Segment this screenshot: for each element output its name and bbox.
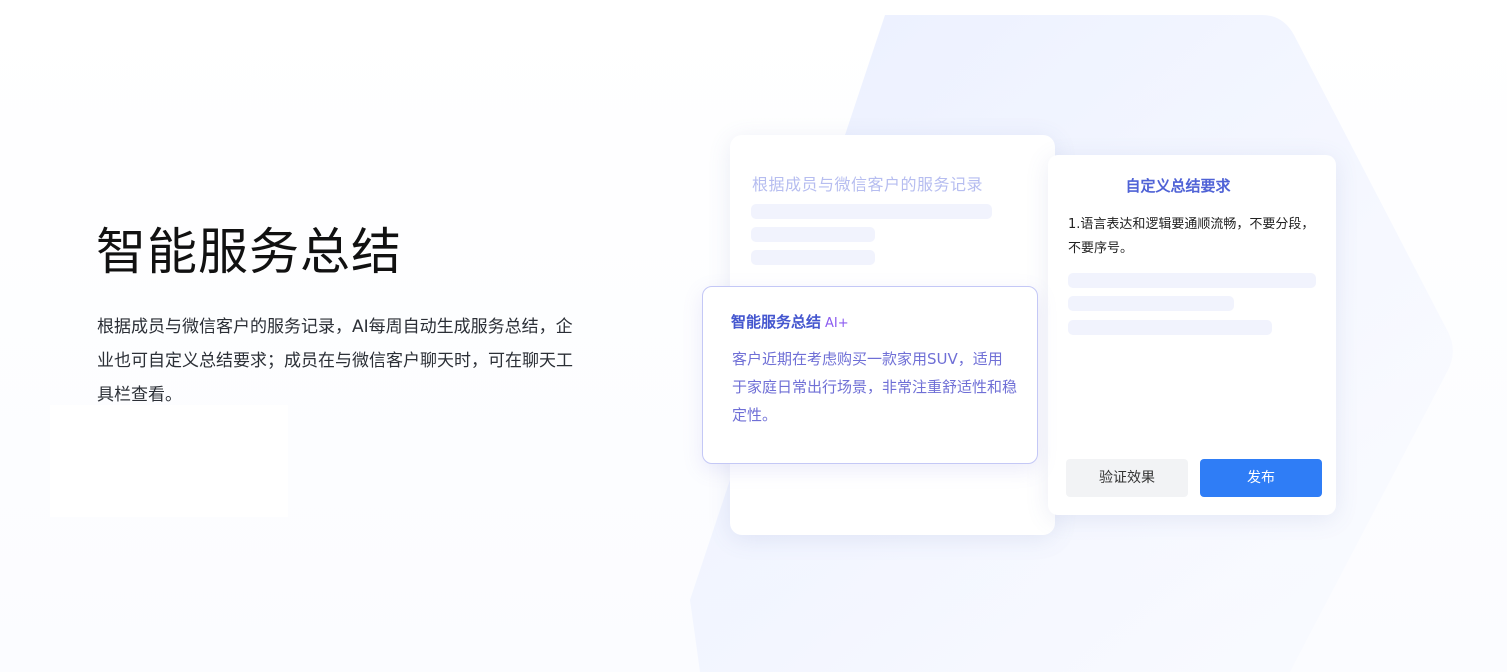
placeholder-bar (1068, 273, 1316, 288)
smart-summary-card: 智能服务总结 AI+ 客户近期在考虑购买一款家用SUV，适用于家庭日常出行场景，非… (702, 286, 1038, 464)
blank-area (50, 405, 288, 517)
custom-requirements-card: 自定义总结要求 1.语言表达和逻辑要通顺流畅，不要分段，不要序号。 验证效果 发… (1048, 155, 1336, 515)
requirement-text: 1.语言表达和逻辑要通顺流畅，不要分段，不要序号。 (1068, 217, 1315, 256)
publish-button[interactable]: 发布 (1200, 459, 1322, 497)
ai-badge: AI+ (825, 316, 849, 331)
summary-header: 智能服务总结 AI+ (731, 311, 849, 333)
placeholder-bar (751, 250, 875, 265)
placeholder-bar (1068, 296, 1234, 311)
placeholder-bar (751, 227, 875, 242)
placeholder-bar (751, 204, 992, 219)
feature-description: 根据成员与微信客户的服务记录，AI每周自动生成服务总结，企业也可自定义总结要求；… (97, 317, 573, 405)
requirements-title: 自定义总结要求 (1125, 177, 1231, 195)
placeholder-bar (1068, 320, 1272, 335)
verify-button[interactable]: 验证效果 (1066, 459, 1188, 497)
summary-title: 智能服务总结 (731, 313, 822, 331)
summary-content: 客户近期在考虑购买一款家用SUV，适用于家庭日常出行场景，非常注重舒适性和稳定性… (732, 350, 1018, 424)
service-record-title: 根据成员与微信客户的服务记录 (752, 175, 984, 194)
page-title: 智能服务总结 (96, 223, 402, 281)
